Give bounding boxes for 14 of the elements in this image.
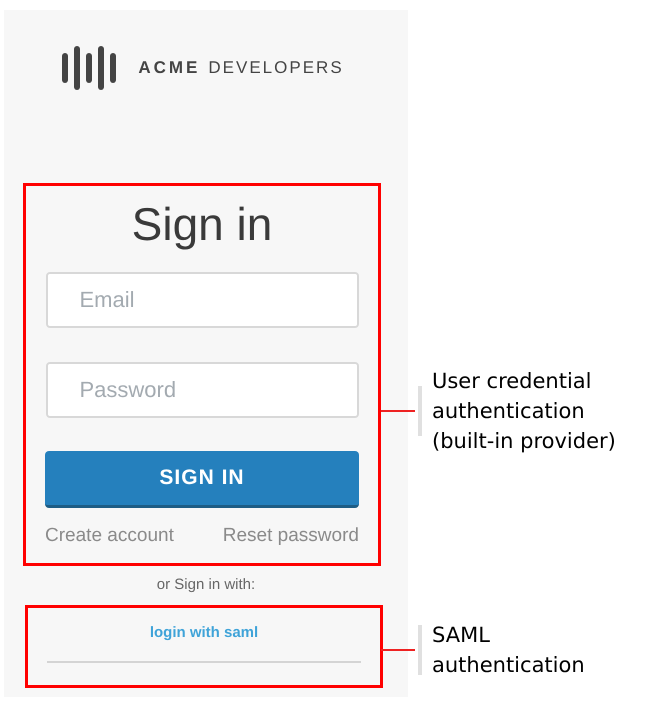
brand-text: ACME xyxy=(138,57,200,80)
sign-in-button[interactable]: SIGN IN xyxy=(45,451,359,508)
saml-login-link[interactable]: login with saml xyxy=(150,622,258,644)
alternative-label: or Sign in with: xyxy=(156,575,256,595)
leader-line xyxy=(381,649,415,651)
brand-subtitle: DEVELOPERS xyxy=(208,57,344,80)
create-account-link[interactable]: Create account xyxy=(45,522,174,550)
annotation-text: SAML authentication xyxy=(432,622,586,679)
email-field[interactable]: Email xyxy=(46,272,358,328)
leader-line xyxy=(381,410,415,412)
annotation-text: User credential authentication (built-in provider) xyxy=(432,368,617,455)
reset-password-link[interactable]: Reset password xyxy=(222,522,359,550)
sign-in-title: Sign in xyxy=(132,197,272,252)
password-field[interactable]: Password xyxy=(46,362,358,418)
